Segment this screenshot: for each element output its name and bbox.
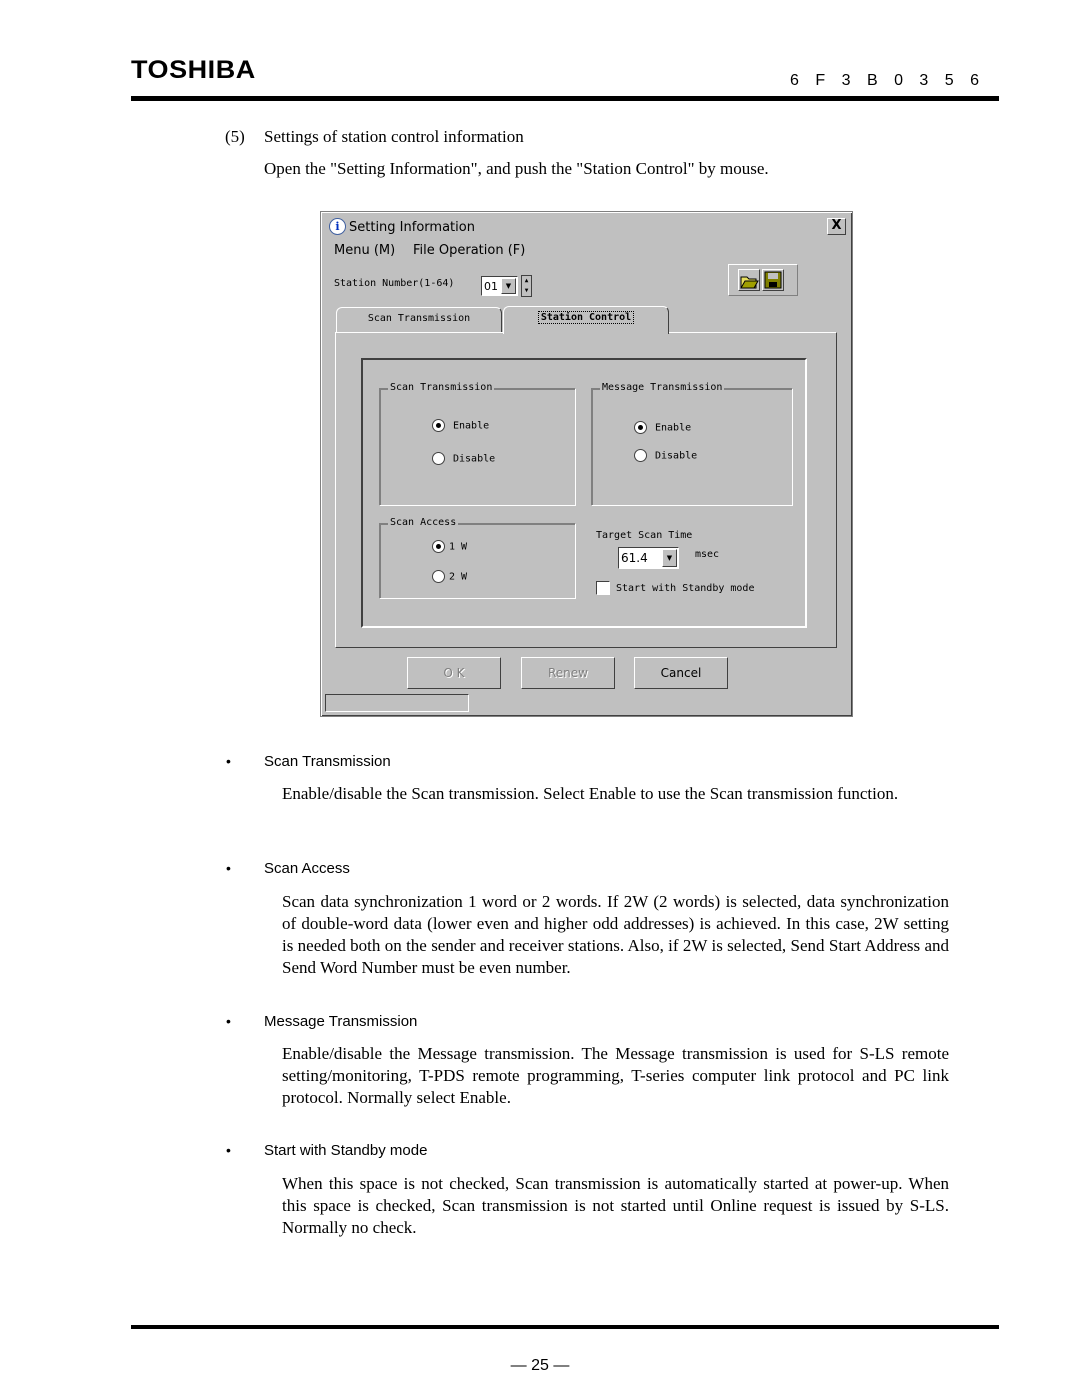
bullet-icon: • <box>226 860 231 876</box>
station-control-panel: Scan Transmission Enable Disable Message… <box>335 332 837 648</box>
tab-scan-transmission[interactable]: Scan Transmission <box>336 307 502 333</box>
scan-transmission-group: Scan Transmission Enable Disable <box>379 382 576 506</box>
scan-transmission-group-label: Scan Transmission <box>388 382 495 393</box>
page-number: — 25 — <box>510 1357 570 1374</box>
info-icon: i <box>329 218 346 235</box>
floppy-disk-icon <box>764 271 782 289</box>
tab-station-control[interactable]: Station Control <box>503 306 669 334</box>
bullet-body: Enable/disable the Message transmission.… <box>282 1044 949 1107</box>
message-disable-label: Disable <box>655 450 698 462</box>
standby-mode-checkbox[interactable]: Start with Standby mode <box>596 581 754 595</box>
chevron-down-icon[interactable]: ▼ <box>501 278 516 294</box>
bullet-icon: • <box>226 1142 231 1158</box>
toshiba-logo: TOSHIBA <box>131 56 256 84</box>
bullet-heading: Start with Standby mode <box>264 1142 428 1159</box>
header-rule <box>131 96 999 101</box>
target-scan-time-value: 61.4 <box>621 551 648 565</box>
menu-menu[interactable]: Menu (M) <box>334 243 395 258</box>
footer-rule <box>131 1325 999 1329</box>
radio-unselected-icon <box>432 570 445 583</box>
scan-access-1w-label: 1 W <box>449 541 468 553</box>
bullet-icon: • <box>226 1013 231 1029</box>
scan-enable-label: Enable <box>453 420 490 432</box>
message-enable-label: Enable <box>655 422 692 434</box>
bullet-body: Enable/disable the Scan transmission. Se… <box>282 784 899 803</box>
scan-disable-radio[interactable]: Disable <box>432 452 495 465</box>
document-number: 6 F 3 B 0 3 5 6 <box>790 72 985 89</box>
scan-access-1w-radio[interactable]: 1 W <box>432 540 467 553</box>
section-intro: Open the "Setting Information", and push… <box>264 159 769 178</box>
scan-enable-radio[interactable]: Enable <box>432 419 489 432</box>
ok-button[interactable]: O K <box>407 657 501 689</box>
status-bar <box>325 694 469 712</box>
tab-station-control-label: Station Control <box>537 311 635 324</box>
dialog-title: Setting Information <box>349 220 475 235</box>
station-number-label: Station Number(1-64) <box>334 278 455 289</box>
checkbox-unchecked-icon <box>596 581 610 595</box>
menu-file-operation[interactable]: File Operation (F) <box>413 243 525 258</box>
scan-access-group-label: Scan Access <box>388 517 459 528</box>
target-scan-time-unit: msec <box>695 549 720 560</box>
standby-mode-label: Start with Standby mode <box>616 583 755 594</box>
scan-disable-label: Disable <box>453 453 496 465</box>
chevron-down-icon[interactable]: ▼ <box>662 549 677 567</box>
radio-unselected-icon <box>634 449 647 462</box>
settings-frame: Scan Transmission Enable Disable Message… <box>361 358 807 628</box>
bullet-body: Scan data synchronization 1 word or 2 wo… <box>282 892 949 977</box>
bullet-heading: Scan Transmission <box>264 753 391 770</box>
section-title: Settings of station control information <box>264 127 524 146</box>
bullet-body: When this space is not checked, Scan tra… <box>282 1174 949 1237</box>
message-enable-radio[interactable]: Enable <box>634 421 691 434</box>
message-disable-radio[interactable]: Disable <box>634 449 697 462</box>
scan-access-group: Scan Access 1 W 2 W <box>379 517 576 599</box>
radio-unselected-icon <box>432 452 445 465</box>
close-button[interactable]: X <box>827 218 846 235</box>
target-scan-time-select[interactable]: 61.4 ▼ <box>618 547 679 569</box>
target-scan-time-label: Target Scan Time <box>596 530 693 541</box>
station-number-value: 01 <box>484 280 498 293</box>
radio-selected-icon <box>634 421 647 434</box>
radio-selected-icon <box>432 419 445 432</box>
bullet-heading: Scan Access <box>264 860 350 877</box>
open-folder-icon <box>740 276 759 289</box>
file-toolbar <box>728 264 798 296</box>
bullet-heading: Message Transmission <box>264 1013 418 1030</box>
scan-access-2w-radio[interactable]: 2 W <box>432 570 467 583</box>
bullet-icon: • <box>226 753 231 769</box>
setting-information-dialog: i Setting Information X Menu (M) File Op… <box>320 211 853 717</box>
open-folder-button[interactable] <box>738 269 760 291</box>
station-number-spinner[interactable]: ▲ ▼ <box>521 275 532 297</box>
radio-selected-icon <box>432 540 445 553</box>
save-button[interactable] <box>762 269 784 291</box>
message-transmission-group: Message Transmission Enable Disable <box>591 382 793 506</box>
station-number-select[interactable]: 01 ▼ <box>481 276 518 296</box>
cancel-button[interactable]: Cancel <box>634 657 728 689</box>
renew-button[interactable]: Renew <box>521 657 615 689</box>
scan-access-2w-label: 2 W <box>449 571 468 583</box>
section-number: (5) <box>225 127 245 146</box>
message-transmission-group-label: Message Transmission <box>600 382 725 393</box>
